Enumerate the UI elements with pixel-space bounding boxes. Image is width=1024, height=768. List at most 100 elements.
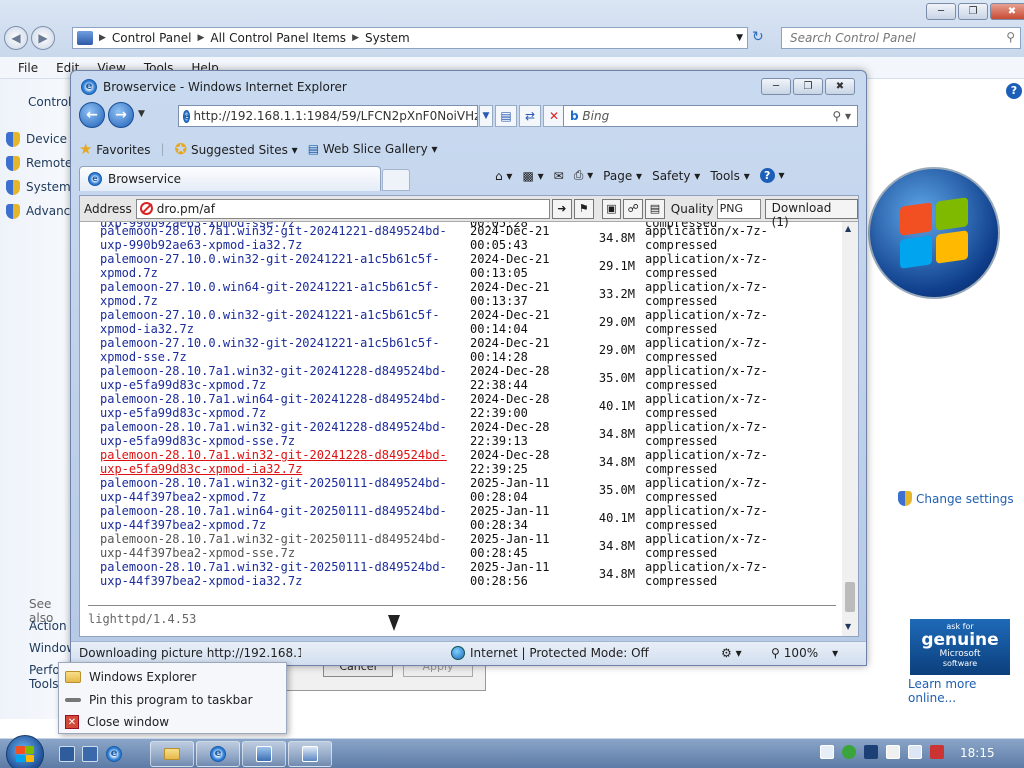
jump-pin-to-taskbar[interactable]: Pin this program to taskbar — [65, 689, 253, 711]
ie-quick-launch[interactable]: e — [104, 741, 124, 767]
ie-close-button[interactable]: ✖ — [825, 78, 855, 95]
file-link[interactable]: palemoon-27.10.0.win32-git-20241221-a1c5… — [100, 336, 460, 364]
cp-back-icon[interactable]: ◀ — [4, 26, 28, 50]
learn-more-link[interactable]: Learn more online... — [908, 677, 1024, 705]
web-slice-gallery-button[interactable]: ▤ Web Slice Gallery ▾ — [308, 142, 438, 156]
add-favorite-icon: ✪ — [174, 140, 188, 158]
chevron-right-icon: ▶ — [197, 33, 205, 43]
breadcrumb-all-items[interactable]: All Control Panel Items — [210, 31, 346, 45]
mail-icon[interactable]: ✉ — [554, 169, 564, 183]
stop-icon[interactable]: ✕ — [543, 105, 565, 127]
file-link[interactable]: palemoon-28.10.7a1.win32-git-20250111-d8… — [100, 560, 460, 588]
url-dropdown-icon[interactable]: ▼ — [479, 105, 493, 127]
file-date: 2024-Dec-21 00:13:05 — [470, 252, 550, 280]
taskbar-system[interactable] — [242, 741, 286, 767]
find-icon[interactable]: ☍ — [623, 198, 644, 219]
table-row: palemoon-28.10.7a1.win32-git-20250111-d8… — [80, 532, 840, 560]
print-icon[interactable]: ⎙ ▾ — [574, 168, 593, 183]
help-icon[interactable]: ? — [1006, 83, 1022, 99]
scroll-down-icon[interactable]: ▼ — [845, 622, 851, 631]
taskbar-explorer[interactable] — [150, 741, 194, 767]
ie-minimize-button[interactable]: ─ — [761, 78, 791, 95]
suggested-sites-button[interactable]: ✪ Suggested Sites ▾ — [175, 140, 298, 158]
go-icon[interactable]: ➜ — [552, 198, 572, 219]
sidebar-item-system[interactable]: System — [6, 175, 72, 199]
sidebar-item-advanced[interactable]: Advanc — [6, 199, 72, 223]
refresh-icon[interactable]: ⇄ — [519, 105, 541, 127]
file-link[interactable]: palemoon-28.10.7a1.win32-git-20250111-d8… — [100, 476, 460, 504]
clock[interactable]: 18:15 — [960, 746, 995, 760]
taskbar-control-panel[interactable] — [288, 741, 332, 767]
taskbar-ie[interactable]: e — [196, 741, 240, 767]
zone-settings-icon[interactable]: ⚙ ▾ — [721, 646, 742, 660]
start-button[interactable] — [6, 735, 44, 768]
zoom-control[interactable]: ⚲ 100% ▾ — [771, 646, 838, 660]
file-link[interactable]: palemoon-28.10.7a1.win64-git-20241228-d8… — [100, 392, 460, 420]
scrollbar-thumb[interactable] — [845, 582, 855, 612]
feeds-icon[interactable]: ▩ ▾ — [522, 169, 543, 183]
file-type: application/x-7z- compressed — [645, 532, 768, 560]
genuine-microsoft-badge[interactable]: ask for genuine Microsoft software — [910, 619, 1010, 675]
cp-address-bar[interactable]: ▶ Control Panel ▶ All Control Panel Item… — [72, 27, 748, 49]
favorites-button[interactable]: ★ Favorites — [79, 140, 151, 158]
download-button[interactable]: Download (1) — [764, 198, 859, 229]
show-desktop-quick[interactable] — [57, 741, 77, 767]
network-icon[interactable] — [908, 745, 922, 759]
cp-forward-icon[interactable]: ▶ — [31, 26, 55, 50]
save-icon[interactable]: ▣ — [601, 198, 622, 219]
bookmark-icon[interactable]: ⚑ — [573, 198, 594, 219]
cp-minimize-button[interactable]: ─ — [926, 3, 956, 20]
vertical-scrollbar[interactable]: ▲ ▼ — [842, 222, 858, 636]
chevron-down-icon[interactable]: ▼ — [736, 33, 743, 43]
new-tab-button[interactable] — [382, 169, 410, 191]
sidebar-item-device[interactable]: Device — [6, 127, 72, 151]
tab-browservice[interactable]: e Browservice — [79, 166, 381, 191]
file-link[interactable]: palemoon-28.10.7a1.win32-git-20241221-d8… — [100, 224, 460, 252]
file-link[interactable]: palemoon-27.10.0.win64-git-20241221-a1c5… — [100, 280, 460, 308]
jump-windows-explorer[interactable]: Windows Explorer — [65, 666, 196, 688]
page-menu[interactable]: Page ▾ — [603, 169, 642, 183]
ie-url-input[interactable]: e http://192.168.1.1:1984/59/LFCN2pXnF0N… — [178, 105, 478, 127]
file-link[interactable]: palemoon-28.10.7a1.win32-git-20241228-d8… — [100, 448, 460, 476]
quality-select[interactable]: PNG — [716, 198, 761, 219]
tools-menu[interactable]: Tools ▾ — [710, 169, 749, 183]
menu-file[interactable]: File — [18, 61, 38, 75]
file-link[interactable]: palemoon-27.10.0.win32-git-20241221-a1c5… — [100, 308, 460, 336]
cp-maximize-button[interactable]: ❐ — [958, 3, 988, 20]
ie-back-icon[interactable]: ← — [79, 102, 105, 128]
clipboard-icon[interactable]: ▤ — [645, 198, 665, 219]
jump-close-window[interactable]: ✕ Close window — [65, 711, 169, 733]
breadcrumb-system[interactable]: System — [365, 31, 410, 45]
switch-windows-quick[interactable] — [80, 741, 100, 767]
refresh-icon[interactable]: ↻ — [752, 29, 764, 45]
clipboard-icon[interactable] — [820, 745, 834, 759]
change-settings-link[interactable]: Change settings — [898, 491, 1014, 506]
history-dropdown-icon[interactable]: ▼ — [138, 109, 145, 119]
usb-icon[interactable] — [864, 745, 878, 759]
compat-view-icon[interactable]: ▤ — [495, 105, 517, 127]
shield-icon — [6, 131, 20, 147]
file-link[interactable]: palemoon-28.10.7a1.win32-git-20241228-d8… — [100, 364, 460, 392]
action-center-flag-icon[interactable] — [886, 745, 900, 759]
file-link[interactable]: palemoon-28.10.7a1.win32-git-20241228-d8… — [100, 420, 460, 448]
file-type: application/x-7z- compressed — [645, 476, 768, 504]
sidebar-item-remote[interactable]: Remote — [6, 151, 72, 175]
browservice-address-input[interactable]: dro.pm/af — [135, 198, 551, 219]
search-icon[interactable]: ⚲ ▾ — [832, 109, 851, 123]
file-link[interactable]: palemoon-27.10.0.win32-git-20241221-a1c5… — [100, 252, 460, 280]
file-link[interactable]: palemoon-28.10.7a1.win32-git-20250111-d8… — [100, 532, 460, 560]
ie-forward-icon[interactable]: → — [108, 102, 134, 128]
ie-maximize-button[interactable]: ❐ — [793, 78, 823, 95]
cp-search-input[interactable]: Search Control Panel ⚲ — [781, 27, 1021, 49]
ie-search-input[interactable]: b Bing ⚲ ▾ — [563, 105, 858, 127]
scroll-up-icon[interactable]: ▲ — [845, 224, 851, 233]
volume-muted-icon[interactable] — [930, 745, 944, 759]
safety-menu[interactable]: Safety ▾ — [652, 169, 700, 183]
help-icon[interactable]: ? ▾ — [759, 168, 785, 183]
breadcrumb-control-panel[interactable]: Control Panel — [112, 31, 192, 45]
home-icon[interactable]: ⌂ ▾ — [495, 169, 512, 183]
security-icon[interactable] — [842, 745, 856, 759]
security-zone[interactable]: Internet | Protected Mode: Off — [451, 646, 649, 660]
cp-close-button[interactable]: ✖ — [990, 3, 1024, 20]
file-link[interactable]: palemoon-28.10.7a1.win64-git-20250111-d8… — [100, 504, 460, 532]
